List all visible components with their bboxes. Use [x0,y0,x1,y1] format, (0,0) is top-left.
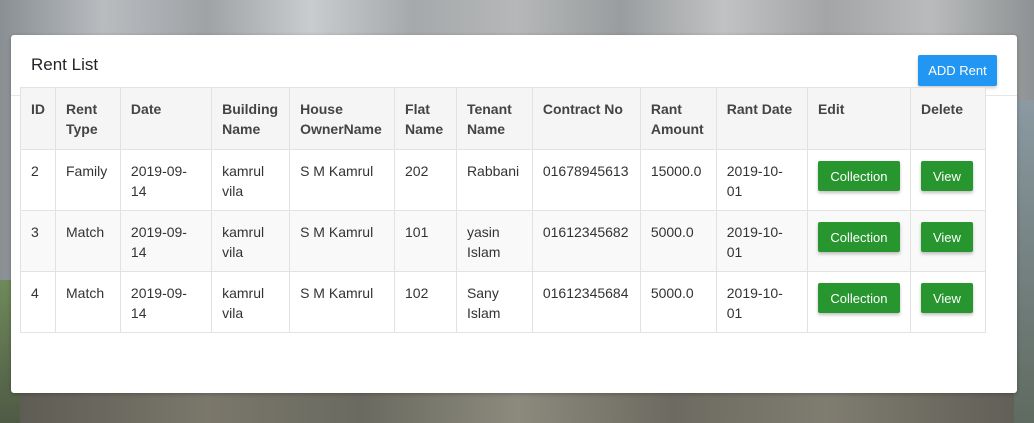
cell-date: 2019-09-14 [119,149,213,211]
header-tenant-name: Tenant Name [455,87,533,150]
cell-id: 2 [20,149,56,211]
cell-flat: 101 [394,210,457,272]
cell-contract: 01612345684 [531,271,641,333]
cell-rent-type: Match [55,271,121,333]
cell-amount: 5000.0 [639,210,717,272]
cell-contract: 01612345682 [531,210,641,272]
view-button[interactable]: View [920,283,973,313]
cell-date: 2019-09-14 [119,271,213,333]
background-scenery-right [1014,100,1034,423]
cell-tenant: yasin Islam [455,210,533,272]
table-row: 4 Match 2019-09-14 kamrul vila S M Kamru… [20,271,987,333]
cell-owner: S M Kamrul [289,149,396,211]
cell-amount: 15000.0 [639,149,717,211]
cell-delete: View [909,149,987,211]
cell-owner: S M Kamrul [289,271,396,333]
table-row: 2 Family 2019-09-14 kamrul vila S M Kamr… [20,149,987,211]
cell-building: kamrul vila [211,271,291,333]
cell-rant-date: 2019-10-01 [715,210,808,272]
header-rent-type: Rent Type [55,87,121,150]
cell-flat: 202 [394,149,457,211]
rent-table: ID Rent Type Date Building Name House Ow… [20,87,987,333]
header-edit: Edit [806,87,911,150]
cell-rant-date: 2019-10-01 [715,271,808,333]
add-rent-button[interactable]: ADD Rent [918,55,997,86]
header-delete: Delete [909,87,987,150]
page-title: Rent List [31,55,99,74]
header-house-owner: House OwnerName [289,87,396,150]
cell-edit: Collection [806,271,911,333]
cell-rent-type: Match [55,210,121,272]
collection-button[interactable]: Collection [817,161,900,191]
header-rant-amount: Rant Amount [639,87,717,150]
collection-button[interactable]: Collection [817,283,900,313]
cell-building: kamrul vila [211,210,291,272]
cell-flat: 102 [394,271,457,333]
cell-edit: Collection [806,210,911,272]
cell-owner: S M Kamrul [289,210,396,272]
cell-edit: Collection [806,149,911,211]
header-building-name: Building Name [211,87,291,150]
cell-amount: 5000.0 [639,271,717,333]
header-id: ID [20,87,56,150]
cell-date: 2019-09-14 [119,210,213,272]
cell-contract: 01678945613 [531,149,641,211]
cell-delete: View [909,271,987,333]
header-rant-date: Rant Date [715,87,808,150]
header-flat-name: Flat Name [394,87,457,150]
cell-tenant: Sany Islam [455,271,533,333]
cell-tenant: Rabbani [455,149,533,211]
header-date: Date [119,87,213,150]
cell-building: kamrul vila [211,149,291,211]
cell-rant-date: 2019-10-01 [715,149,808,211]
cell-delete: View [909,210,987,272]
collection-button[interactable]: Collection [817,222,900,252]
cell-id: 4 [20,271,56,333]
cell-id: 3 [20,210,56,272]
view-button[interactable]: View [920,222,973,252]
view-button[interactable]: View [920,161,973,191]
table-header-row: ID Rent Type Date Building Name House Ow… [20,87,987,150]
header-contract-no: Contract No [531,87,641,150]
cell-rent-type: Family [55,149,121,211]
table-row: 3 Match 2019-09-14 kamrul vila S M Kamru… [20,210,987,272]
